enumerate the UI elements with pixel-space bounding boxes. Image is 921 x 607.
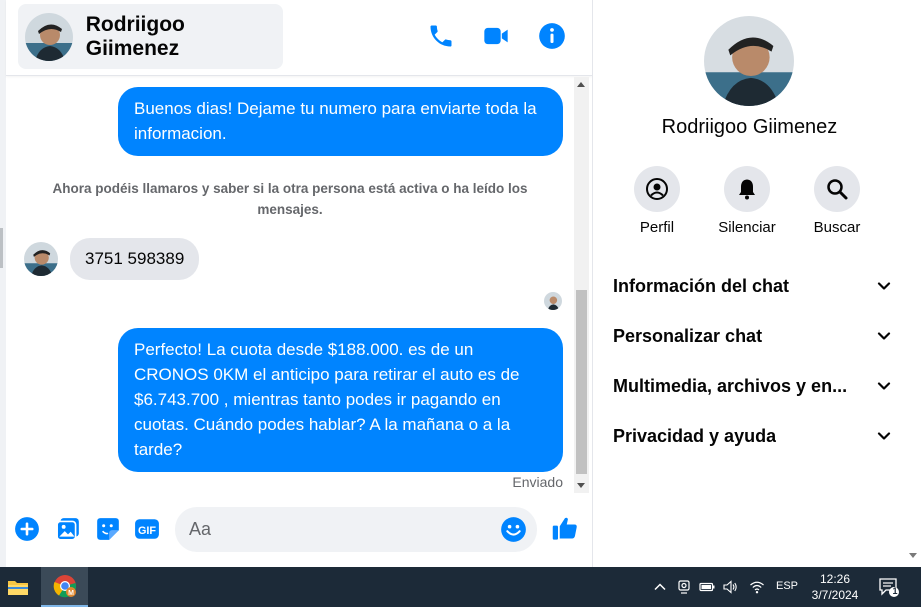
windows-taskbar: M ESP 12:26 3/7/2024 1 (0, 567, 921, 607)
chat-details-panel: Rodriigoo Giimenez Perfil Silenciar Busc… (592, 0, 905, 567)
scroll-up-arrow[interactable] (577, 82, 585, 87)
svg-text:GIF: GIF (138, 525, 156, 537)
notification-center-button[interactable]: 1 (874, 567, 904, 607)
message-scrollbar[interactable] (574, 77, 589, 493)
chat-panel: Rodriigoo Giimenez Buenos dias! Dejame t… (6, 0, 592, 567)
seen-indicator-avatar (544, 292, 562, 310)
system-clock[interactable]: 12:26 3/7/2024 (800, 571, 870, 603)
outgoing-message: Perfecto! La cuota desde $188.000. es de… (118, 328, 563, 472)
folder-icon (8, 581, 28, 595)
volume-icon[interactable] (722, 579, 738, 595)
clock-time: 12:26 (819, 572, 851, 586)
incoming-message-row: 3751 598389 (24, 238, 200, 280)
input-language[interactable]: ESP (776, 580, 798, 592)
section-title: Información del chat (613, 275, 790, 296)
svg-text:M: M (68, 590, 74, 597)
section-media-files[interactable]: Multimedia, archivos y en... (613, 366, 891, 406)
incoming-message: 3751 598389 (70, 238, 200, 280)
chevron-down-icon (877, 382, 891, 390)
section-title: Privacidad y ayuda (613, 425, 777, 446)
notification-count: 1 (892, 586, 898, 596)
section-title: Personalizar chat (613, 325, 763, 346)
mute-button[interactable]: Silenciar (707, 166, 787, 236)
profile-button[interactable]: Perfil (617, 166, 697, 236)
gif-icon[interactable]: GIF (134, 516, 160, 542)
scroll-down-arrow[interactable] (577, 483, 585, 488)
contact-avatar (25, 12, 73, 61)
like-icon[interactable] (551, 514, 579, 542)
profile-avatar[interactable] (704, 16, 794, 106)
search-icon (827, 179, 848, 200)
chrome-icon: M (53, 575, 76, 598)
section-title: Multimedia, archivos y en... (613, 375, 848, 396)
chevron-down-icon (877, 282, 891, 290)
chevron-down-icon (877, 432, 891, 440)
section-chat-info[interactable]: Información del chat (613, 266, 891, 306)
profile-label: Perfil (639, 219, 675, 236)
section-privacy-help[interactable]: Privacidad y ayuda (613, 416, 891, 456)
page-scrollbar[interactable] (905, 0, 921, 567)
message-composer: GIF (6, 500, 592, 560)
chevron-up-icon[interactable] (652, 579, 668, 595)
wifi-icon[interactable] (749, 579, 765, 595)
clock-date: 3/7/2024 (811, 588, 859, 602)
contact-header-button[interactable]: Rodriigoo Giimenez (18, 4, 283, 69)
sticker-icon[interactable] (95, 516, 121, 542)
phone-icon[interactable] (427, 22, 455, 50)
search-label: Buscar (813, 219, 861, 236)
section-customize-chat[interactable]: Personalizar chat (613, 316, 891, 356)
search-button[interactable]: Buscar (797, 166, 877, 236)
contact-name: Rodriigoo Giimenez (85, 12, 185, 60)
scroll-down-arrow[interactable] (909, 553, 917, 558)
file-explorer-button[interactable] (0, 567, 36, 607)
bell-icon (739, 179, 755, 200)
battery-icon[interactable] (699, 579, 715, 595)
plus-icon[interactable] (14, 516, 40, 542)
emoji-icon[interactable] (500, 516, 527, 543)
profile-name: Rodriigoo Giimenez (661, 116, 838, 138)
info-icon[interactable] (538, 22, 566, 50)
message-list: Buenos dias! Dejame tu numero para envia… (6, 77, 592, 497)
gutter-mark (0, 228, 3, 268)
profile-icon (646, 178, 668, 200)
video-call-icon[interactable] (482, 22, 510, 50)
outgoing-message: Buenos dias! Dejame tu numero para envia… (118, 87, 563, 156)
mute-label: Silenciar (718, 219, 776, 236)
chrome-taskbar-button[interactable]: M (41, 567, 88, 607)
scrollbar-thumb[interactable] (576, 290, 587, 474)
chevron-down-icon (877, 332, 891, 340)
chat-header: Rodriigoo Giimenez (6, 0, 592, 76)
message-input-wrapper[interactable] (175, 507, 537, 552)
message-status: Enviado (512, 474, 563, 490)
sender-avatar (24, 242, 58, 276)
system-notice: Ahora podéis llamaros y saber si la otra… (52, 181, 528, 217)
message-input[interactable] (189, 507, 489, 552)
photo-gallery-icon[interactable] (55, 516, 81, 542)
meet-now-icon[interactable] (676, 579, 692, 595)
